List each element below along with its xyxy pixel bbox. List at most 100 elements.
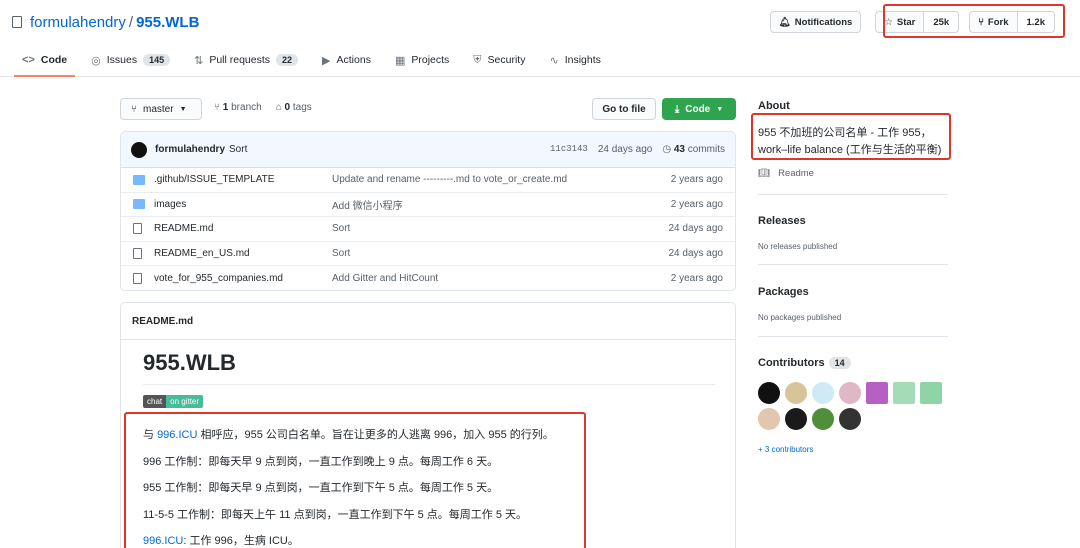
- book-icon: 📖︎: [758, 168, 771, 179]
- file-date: 2 years ago: [670, 174, 723, 186]
- avatar[interactable]: [812, 382, 834, 404]
- table-row[interactable]: .github/ISSUE_TEMPLATE Update and rename…: [121, 168, 735, 193]
- table-row[interactable]: README_en_US.md Sort 24 days ago: [121, 242, 735, 267]
- tab-label: Insights: [564, 54, 601, 66]
- file-name[interactable]: .github/ISSUE_TEMPLATE: [154, 174, 332, 185]
- code-icon: <>: [22, 54, 35, 66]
- avatar[interactable]: [920, 382, 942, 404]
- commit-message[interactable]: Sort: [229, 144, 247, 155]
- packages-text: No packages published: [758, 313, 842, 322]
- repo-tabs: <> Code ◎ Issues 145 ⇅ Pull requests 22 …: [0, 44, 1080, 77]
- file-name[interactable]: README.md: [154, 223, 332, 234]
- repo-name-link[interactable]: 955.WLB: [136, 14, 199, 31]
- gitter-badge-left: chat: [143, 395, 167, 408]
- go-to-file-button[interactable]: Go to file: [592, 98, 656, 120]
- commits-link[interactable]: ◷ 43 commits: [662, 144, 725, 155]
- divider: [758, 264, 948, 265]
- tab-label: Projects: [411, 54, 450, 66]
- divider: [143, 384, 715, 385]
- tab-pull-requests[interactable]: ⇅ Pull requests 22: [194, 44, 299, 76]
- file-date: 24 days ago: [668, 248, 724, 260]
- commit-sha[interactable]: 11c3143: [550, 144, 588, 155]
- issues-count-badge: 145: [143, 54, 171, 66]
- tab-code[interactable]: <> Code: [13, 44, 76, 77]
- contributors-header[interactable]: Contributors 14: [758, 357, 851, 369]
- tab-actions[interactable]: ▶ Actions: [322, 44, 371, 76]
- contributors-avatars: [758, 382, 942, 430]
- commits-label: commits: [687, 144, 725, 155]
- notifications-button[interactable]: 🔔︎ Notifications: [769, 11, 862, 33]
- branches-link[interactable]: ⑂ 1 branch: [214, 102, 262, 113]
- table-row[interactable]: images Add 微信小程序 2 years ago: [121, 193, 735, 218]
- tab-projects[interactable]: ▦ Projects: [395, 44, 449, 76]
- repo-header: formulahendry / 955.WLB: [12, 10, 199, 34]
- avatar[interactable]: [131, 141, 147, 158]
- file-name[interactable]: vote_for_955_companies.md: [154, 273, 332, 284]
- file-icon: [133, 223, 142, 235]
- packages-title[interactable]: Packages: [758, 286, 809, 298]
- avatar[interactable]: [785, 382, 807, 404]
- issue-icon: ◎: [91, 54, 101, 67]
- file-name[interactable]: images: [154, 199, 332, 210]
- avatar[interactable]: [785, 408, 807, 430]
- avatar[interactable]: [758, 382, 780, 404]
- file-icon: [133, 273, 142, 285]
- repo-owner-link[interactable]: formulahendry: [30, 14, 126, 31]
- repo-separator: /: [128, 13, 134, 31]
- project-icon: ▦: [394, 54, 406, 67]
- contributors-count: 14: [828, 357, 851, 369]
- avatar[interactable]: [839, 382, 861, 404]
- latest-commit: formulahendry Sort 11c3143 24 days ago ◷…: [121, 132, 735, 168]
- gitter-badge-right: on gitter: [166, 395, 204, 408]
- avatar[interactable]: [839, 408, 861, 430]
- commit-time: 24 days ago: [597, 144, 653, 155]
- branch-meta: ⑂ 1 branch ⌂ 0 tags: [214, 102, 312, 113]
- code-button-label: Code: [685, 103, 711, 115]
- download-icon: ⤓: [674, 103, 680, 115]
- tab-label: Security: [487, 54, 526, 66]
- history-icon: ◷: [662, 144, 674, 155]
- highlight-box-star-fork: [883, 4, 1065, 38]
- bell-icon: 🔔︎: [778, 16, 791, 28]
- tab-issues[interactable]: ◎ Issues 145: [91, 44, 171, 76]
- file-date: 24 days ago: [668, 223, 724, 235]
- shield-icon: ⛨: [473, 53, 482, 66]
- table-row[interactable]: vote_for_955_companies.md Add Gitter and…: [121, 266, 735, 290]
- tab-security[interactable]: ⛨ Security: [473, 44, 525, 76]
- avatar[interactable]: [812, 408, 834, 430]
- tags-count: 0: [284, 102, 291, 113]
- readme-link[interactable]: 📖︎ Readme: [758, 168, 814, 179]
- contributors-title: Contributors: [758, 357, 825, 369]
- file-date: 2 years ago: [670, 198, 723, 210]
- avatar[interactable]: [758, 408, 780, 430]
- avatar[interactable]: [866, 382, 888, 404]
- commit-author[interactable]: formulahendry: [155, 144, 225, 155]
- divider: [758, 194, 948, 195]
- caret-down-icon: ▼: [179, 105, 187, 113]
- code-download-button[interactable]: ⤓ Code ▼: [662, 98, 736, 120]
- branches-label: branch: [231, 102, 262, 113]
- branch-bar: ⑂ master ▼ ⑂ 1 branch ⌂ 0 tags Go to fil…: [120, 98, 736, 120]
- branch-icon: ⑂: [131, 103, 137, 115]
- branch-select[interactable]: ⑂ master ▼: [120, 98, 202, 120]
- avatar[interactable]: [893, 382, 915, 404]
- tab-insights[interactable]: ∿ Insights: [549, 44, 600, 76]
- gitter-badge[interactable]: chat on gitter: [143, 395, 204, 408]
- file-name[interactable]: README_en_US.md: [154, 248, 332, 259]
- more-contributors-link[interactable]: + 3 contributors: [758, 445, 813, 454]
- readme-link-label: Readme: [778, 168, 814, 179]
- readme-header: README.md: [121, 303, 735, 340]
- releases-title[interactable]: Releases: [758, 215, 806, 227]
- tag-icon: ⌂: [275, 102, 285, 113]
- readme-title: 955.WLB: [143, 350, 236, 375]
- highlight-box-readme: [124, 412, 586, 548]
- tab-label: Pull requests: [209, 54, 271, 66]
- play-icon: ▶: [322, 54, 331, 67]
- file-icon: [133, 248, 142, 260]
- table-row[interactable]: README.md Sort 24 days ago: [121, 217, 735, 242]
- file-browser: formulahendry Sort 11c3143 24 days ago ◷…: [120, 131, 736, 291]
- tags-link[interactable]: ⌂ 0 tags: [276, 102, 312, 113]
- graph-icon: ∿: [549, 54, 559, 67]
- folder-icon: [133, 199, 145, 210]
- divider: [758, 336, 948, 337]
